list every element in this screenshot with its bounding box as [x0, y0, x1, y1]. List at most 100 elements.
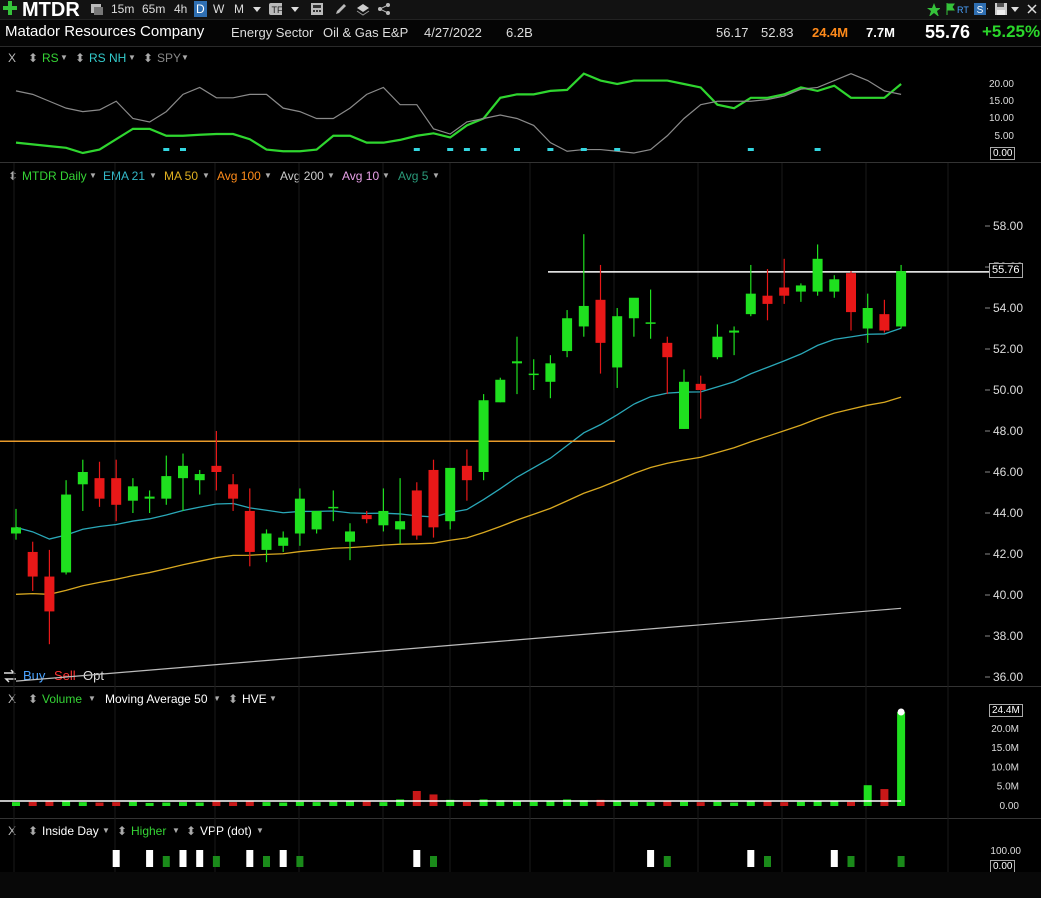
stock-chart[interactable]: 58.0056.0054.0052.0050.0048.0046.0044.00…	[0, 0, 1041, 898]
candle-body	[445, 467, 456, 522]
candle-body	[77, 472, 88, 485]
candle-body	[294, 498, 305, 534]
rs-new-high-marker	[747, 148, 754, 151]
volume-bar	[546, 800, 555, 806]
volume-bar	[279, 802, 288, 806]
candle-body	[178, 465, 188, 479]
volume-bar	[362, 801, 371, 806]
rs-new-high-marker	[413, 148, 420, 151]
candle-body	[879, 314, 890, 331]
volume-bar	[262, 802, 271, 806]
volume-bar	[713, 801, 722, 806]
volume-bar	[195, 802, 204, 806]
volume-bar	[12, 802, 20, 806]
inside-day-bar	[413, 850, 421, 867]
candle-body	[578, 305, 589, 327]
candle-body	[545, 363, 556, 382]
volume-bar	[680, 801, 688, 806]
candle-body	[44, 576, 55, 612]
rs-new-high-marker	[163, 148, 170, 151]
candle-body	[61, 494, 72, 573]
spy-line	[15, 73, 902, 154]
volume-bar	[646, 802, 655, 806]
rs-new-high-marker	[447, 148, 454, 151]
volume-bar	[28, 801, 37, 806]
candle-body	[311, 510, 322, 530]
volume-bar	[847, 801, 855, 806]
candle-body	[562, 318, 573, 352]
candle-body	[745, 293, 756, 315]
higher-bar	[764, 856, 771, 867]
candle-body	[729, 330, 740, 333]
volume-bar	[329, 801, 338, 806]
candle-body	[896, 271, 907, 327]
volume-bar	[45, 801, 54, 806]
inside-day-bar	[279, 850, 287, 867]
volume-bar	[513, 800, 521, 806]
candle-body	[161, 476, 172, 499]
candle-body	[862, 308, 873, 329]
volume-value-tag: 24.4M	[989, 704, 1023, 717]
volume-bar	[813, 800, 822, 806]
candle-body	[795, 285, 806, 292]
higher-bar	[897, 856, 905, 867]
volume-bar	[145, 802, 154, 806]
price-axis-tick: 44.00	[993, 506, 1023, 520]
price-axis-tick: 58.00	[993, 219, 1023, 233]
candle-body	[411, 490, 422, 536]
inside-day-bar	[146, 850, 154, 867]
price-axis-tick: 42.00	[993, 547, 1023, 561]
rs-new-high-marker	[180, 148, 186, 151]
ema21-line	[15, 327, 902, 540]
candle-body	[461, 465, 472, 481]
avg200-line	[15, 607, 902, 682]
date-axis[interactable]	[0, 872, 1041, 898]
candle-body	[27, 551, 38, 577]
inside-day-bar	[246, 850, 254, 867]
candle-body	[144, 496, 155, 499]
candle-body	[395, 521, 406, 530]
volume-bar	[529, 801, 538, 806]
volume-bar	[462, 801, 471, 806]
price-axis-tick: 40.00	[993, 588, 1023, 602]
price-axis-tick: 54.00	[993, 301, 1023, 315]
candle-body	[228, 484, 239, 499]
rs-value-tag: 0.00	[990, 147, 1016, 160]
rs-new-high-marker	[480, 148, 487, 151]
volume-bar	[830, 801, 839, 806]
higher-bar	[663, 856, 671, 867]
volume-bar	[212, 801, 221, 806]
higher-bar	[430, 856, 437, 867]
volume-bar	[763, 801, 772, 806]
candle-body	[211, 465, 222, 472]
candle-body	[679, 381, 689, 429]
volume-bar	[95, 802, 104, 806]
price-axis-tick: 46.00	[993, 465, 1023, 479]
volume-bar	[880, 789, 889, 806]
price-axis-tick: 36.00	[993, 670, 1023, 684]
candle-body	[829, 279, 840, 292]
volume-bar	[780, 802, 789, 806]
volume-bar	[128, 801, 137, 806]
volume-axis-tick: 20.0M	[991, 724, 1019, 735]
volume-bar	[897, 712, 906, 806]
volume-bar	[379, 802, 388, 806]
volume-bar	[312, 802, 321, 806]
volume-axis-tick: 10.0M	[991, 762, 1019, 773]
higher-bar	[263, 856, 270, 867]
rs-new-high-marker	[463, 148, 470, 151]
pattern-axis-tick: 100.00	[990, 846, 1021, 857]
higher-bar	[847, 856, 855, 867]
candle-body	[645, 322, 656, 324]
higher-bar	[162, 856, 170, 867]
rs-new-high-marker	[814, 148, 821, 151]
volume-bar	[112, 802, 121, 806]
rs-new-high-marker	[514, 148, 520, 151]
candle-body	[762, 295, 773, 304]
volume-bar	[730, 802, 739, 806]
candle-body	[595, 299, 606, 343]
volume-bar	[613, 800, 622, 806]
candle-body	[278, 537, 289, 546]
candle-body	[11, 527, 21, 534]
volume-bar	[295, 801, 304, 806]
